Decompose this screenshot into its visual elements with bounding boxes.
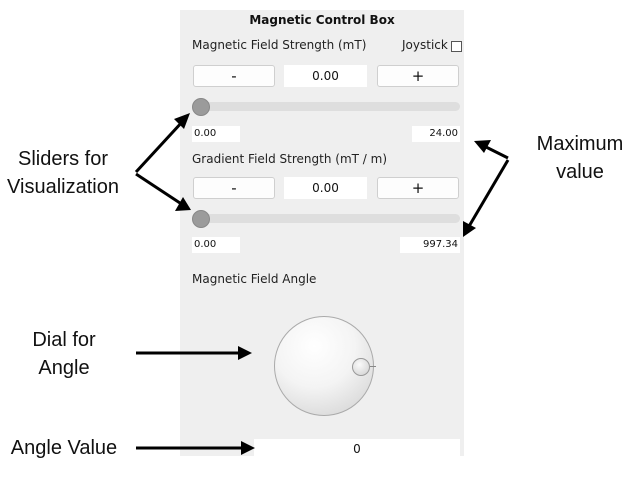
- maximum-arrow-upper-head: [474, 140, 491, 153]
- dial-arrow-head: [238, 346, 252, 360]
- sliders-arrow-lower: [135, 172, 184, 207]
- maximum-arrow-upper: [483, 144, 509, 160]
- angle-value-arrow-head: [241, 441, 255, 455]
- maximum-arrow-lower: [466, 159, 510, 229]
- sliders-arrow-upper: [134, 119, 185, 174]
- sliders-arrow-lower-head: [175, 197, 191, 211]
- annotation-arrows: [134, 113, 510, 455]
